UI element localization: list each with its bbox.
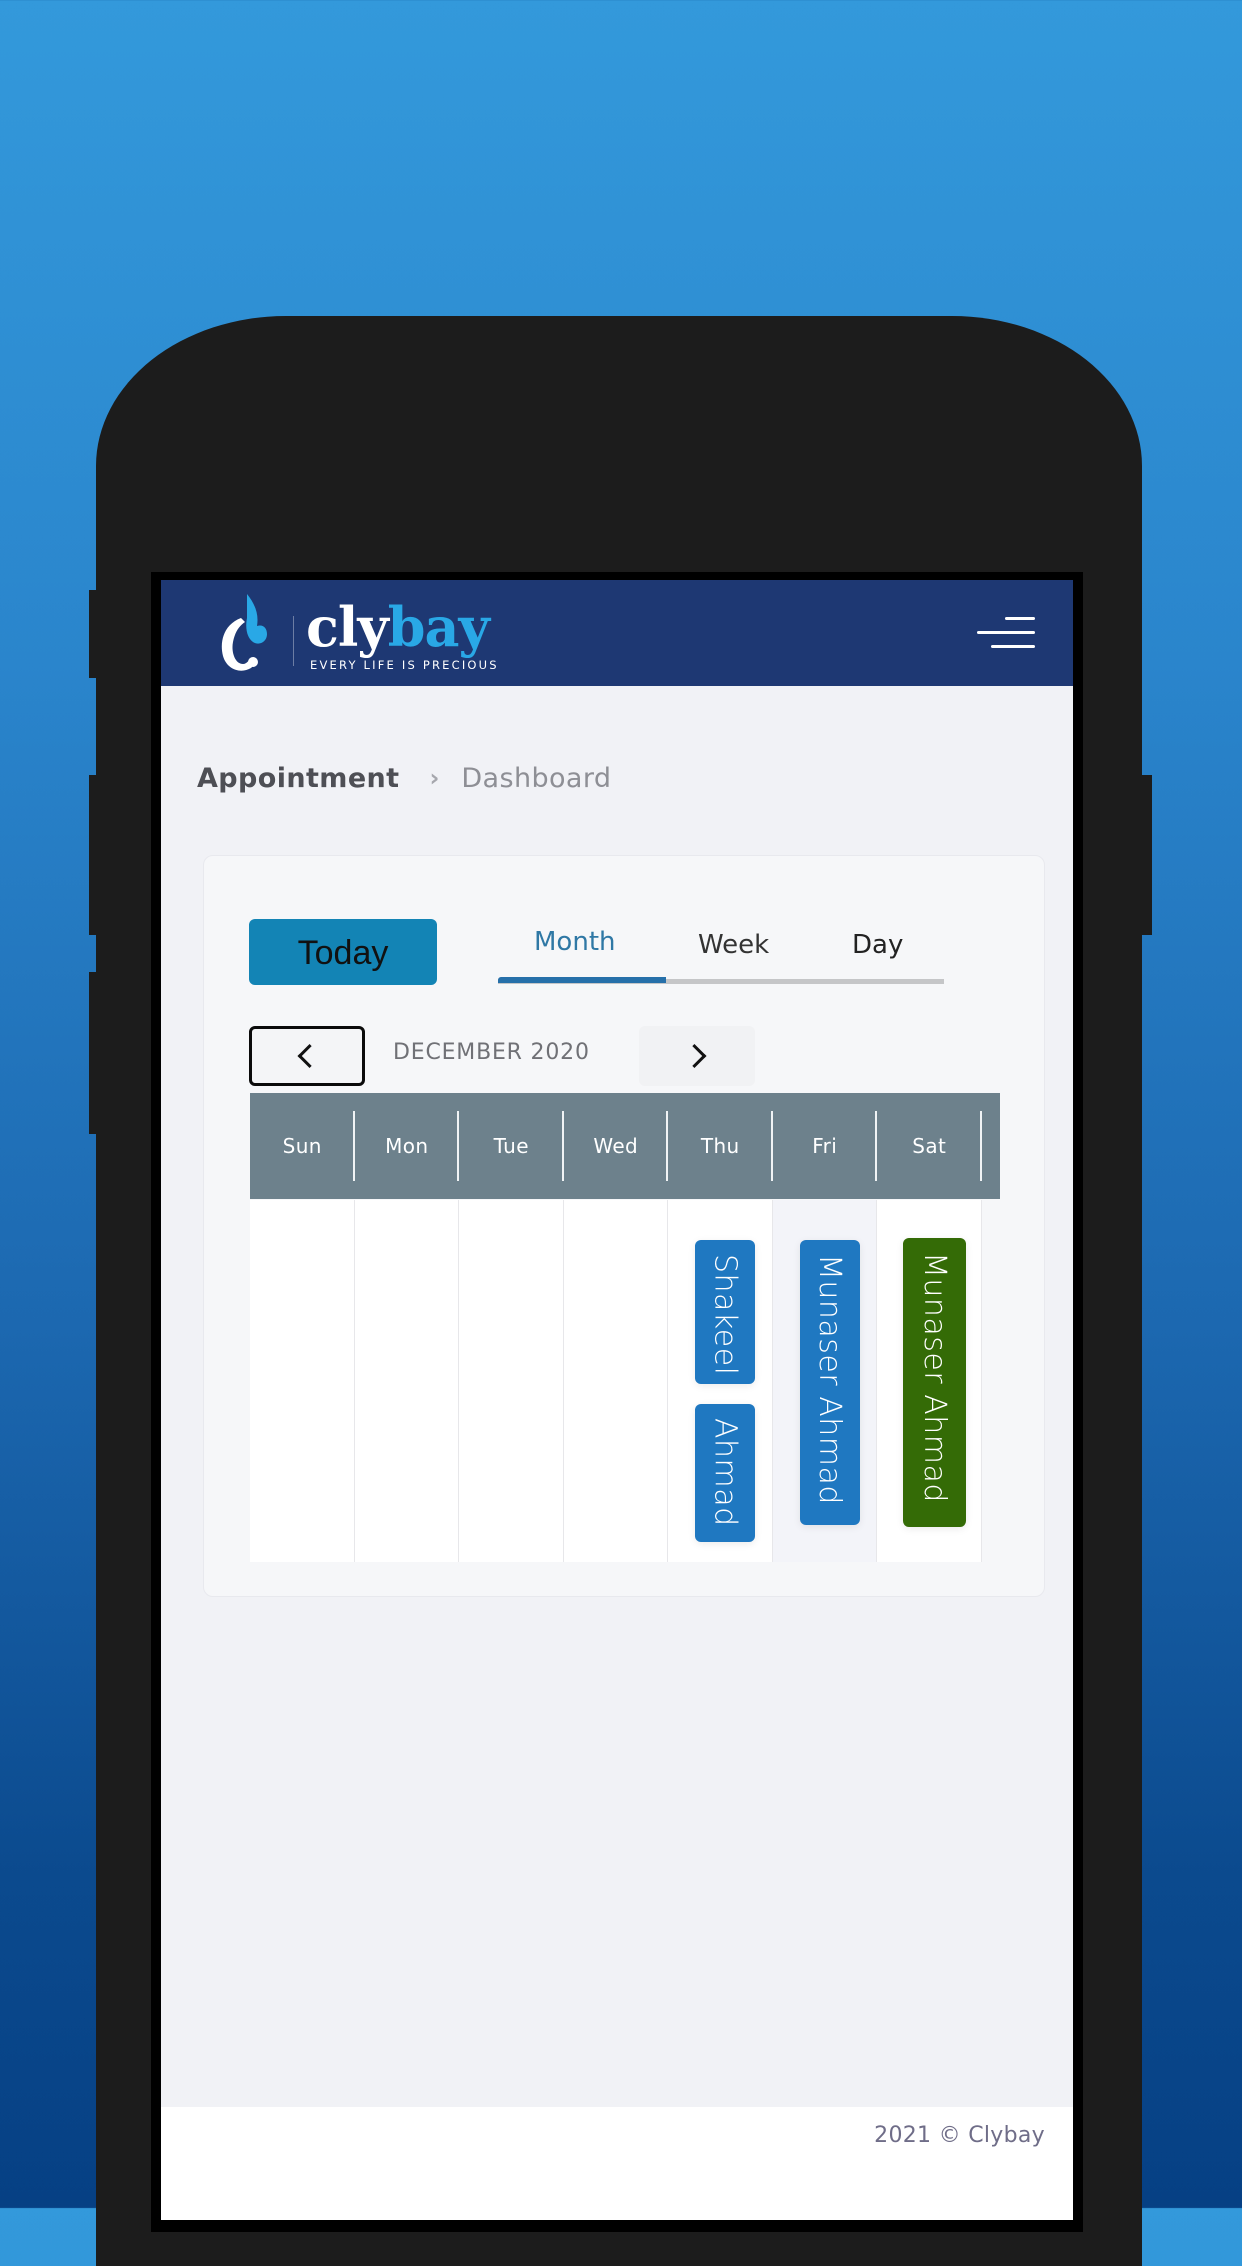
day-cell-tue[interactable]	[459, 1200, 564, 1562]
logo-text-bay: bay	[387, 595, 490, 659]
calendar-grid: Sun Mon Tue Wed Thu Fri Sat Shakeel Ahma…	[250, 1093, 1000, 1563]
event-munaser-ahmad-fri[interactable]: Munaser Ahmad	[799, 1240, 860, 1525]
tab-month[interactable]: Month	[534, 927, 616, 957]
tab-active-indicator	[498, 977, 666, 983]
weekday-mon: Mon	[355, 1093, 460, 1199]
phone-power-button	[1140, 775, 1152, 935]
event-munaser-ahmad-sat[interactable]: Munaser Ahmad	[903, 1238, 966, 1527]
logo-tagline: EVERY LIFE IS PRECIOUS	[310, 658, 499, 672]
weekday-sat: Sat	[877, 1093, 982, 1199]
logo-divider	[293, 616, 294, 666]
tab-day[interactable]: Day	[852, 930, 903, 960]
clybay-logo-icon	[221, 594, 267, 671]
app-screen: clybay EVERY LIFE IS PRECIOUS Appointmen…	[161, 580, 1073, 2220]
hamburger-menu-icon[interactable]	[971, 615, 1035, 653]
breadcrumb: Appointment › Dashboard	[197, 758, 611, 798]
weekday-wed: Wed	[564, 1093, 669, 1199]
day-cell-fri[interactable]: Munaser Ahmad	[772, 1200, 877, 1562]
month-navigation: DECEMBER 2020	[249, 1026, 999, 1092]
event-shakeel[interactable]: Shakeel	[695, 1240, 755, 1384]
view-tabs: Month Week Day	[498, 921, 944, 989]
logo-wordmark: clybay	[306, 592, 490, 662]
weekday-header: Sun Mon Tue Wed Thu Fri Sat	[250, 1093, 1000, 1199]
weekday-sun: Sun	[250, 1093, 355, 1199]
day-cell-mon[interactable]	[354, 1200, 459, 1562]
calendar-week-row: Shakeel Ahmad Munaser Ahmad Munaser Ahma…	[250, 1200, 1000, 1562]
footer-copyright: 2021 © Clybay	[874, 2123, 1045, 2148]
phone-volume-up-button	[89, 775, 101, 935]
breadcrumb-dashboard: Dashboard	[461, 762, 612, 794]
breadcrumb-appointment[interactable]: Appointment	[197, 763, 399, 794]
event-ahmad[interactable]: Ahmad	[695, 1404, 755, 1542]
tab-week[interactable]: Week	[698, 930, 769, 960]
previous-month-button[interactable]	[249, 1026, 365, 1086]
logo-text-cly: cly	[306, 595, 389, 659]
phone-mute-switch	[89, 590, 101, 678]
app-header: clybay EVERY LIFE IS PRECIOUS	[161, 580, 1073, 686]
day-cell-sat[interactable]: Munaser Ahmad	[877, 1200, 982, 1562]
chevron-right-icon: ›	[429, 764, 440, 792]
current-month-label: DECEMBER 2020	[393, 1040, 590, 1065]
chevron-right-icon	[682, 1043, 707, 1069]
day-cell-sun[interactable]	[250, 1200, 355, 1562]
clybay-logo[interactable]: clybay EVERY LIFE IS PRECIOUS	[211, 588, 511, 678]
day-cell-wed[interactable]	[563, 1200, 668, 1562]
chevron-left-icon	[297, 1043, 322, 1069]
next-month-button[interactable]	[639, 1026, 755, 1086]
today-button[interactable]: Today	[249, 919, 437, 985]
weekday-tue: Tue	[459, 1093, 564, 1199]
weekday-thu: Thu	[668, 1093, 773, 1199]
weekday-fri: Fri	[773, 1093, 878, 1199]
footer: 2021 © Clybay	[161, 2107, 1073, 2220]
phone-volume-down-button	[89, 972, 101, 1134]
calendar-card: Today Month Week Day DECEMBER 2020 Sun M…	[203, 855, 1045, 1597]
day-cell-thu[interactable]: Shakeel Ahmad	[668, 1200, 773, 1562]
